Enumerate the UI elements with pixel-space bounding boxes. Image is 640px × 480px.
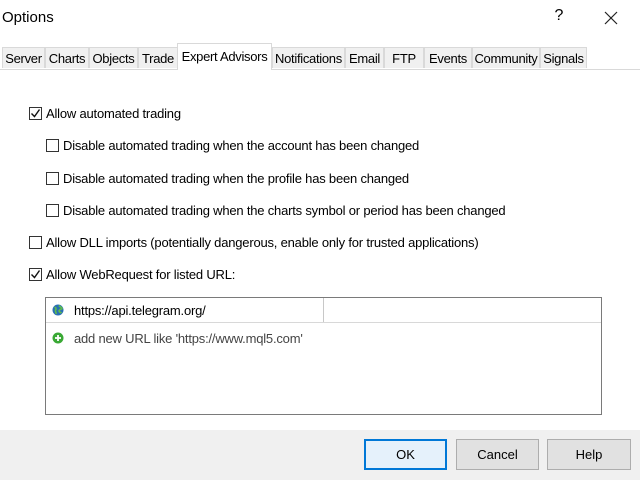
allow-dll-imports-checkbox[interactable] [29, 235, 42, 249]
allow-dll-imports-label: Allow DLL imports (potentially dangerous… [46, 234, 479, 250]
tab-community[interactable]: Community [472, 47, 540, 68]
tab-notifications[interactable]: Notifications [272, 47, 345, 68]
allow-automated-trading-label: Allow automated trading [46, 105, 181, 121]
disable-on-account-change-label: Disable automated trading when the accou… [63, 137, 420, 153]
tab-ftp[interactable]: FTP [384, 47, 424, 68]
row-divider [46, 322, 601, 323]
tab-objects[interactable]: Objects [89, 47, 138, 68]
disable-on-symbol-change-option[interactable]: Disable automated trading when the chart… [46, 201, 506, 219]
tab-events[interactable]: Events [424, 47, 472, 68]
globe-icon [52, 304, 64, 316]
add-icon[interactable] [52, 332, 64, 344]
add-url-placeholder[interactable]: add new URL like 'https://www.mql5.com' [74, 331, 303, 346]
close-icon[interactable] [597, 4, 625, 32]
url-list-item[interactable]: https://api.telegram.org/ [46, 298, 601, 322]
url-list[interactable]: https://api.telegram.org/ add new URL li… [45, 297, 602, 415]
disable-on-profile-change-checkbox[interactable] [46, 171, 59, 185]
disable-on-symbol-change-checkbox[interactable] [46, 203, 59, 217]
tab-email[interactable]: Email [345, 47, 384, 68]
allow-dll-imports-option[interactable]: Allow DLL imports (potentially dangerous… [29, 233, 479, 251]
disable-on-profile-change-label: Disable automated trading when the profi… [63, 170, 409, 186]
tab-expert-advisors[interactable]: Expert Advisors [177, 43, 272, 70]
allow-automated-trading-checkbox[interactable] [29, 106, 42, 120]
allow-webrequest-checkbox[interactable] [29, 267, 42, 281]
help-button[interactable]: Help [547, 439, 631, 470]
title-bar: Options ? [0, 0, 640, 36]
column-separator [323, 298, 324, 322]
disable-on-account-change-option[interactable]: Disable automated trading when the accou… [46, 136, 419, 154]
disable-on-symbol-change-label: Disable automated trading when the chart… [63, 202, 506, 218]
tab-signals[interactable]: Signals [540, 47, 587, 68]
window-title: Options [2, 9, 54, 26]
allow-automated-trading-option[interactable]: Allow automated trading [29, 104, 181, 122]
url-text: https://api.telegram.org/ [74, 302, 206, 318]
help-question-button[interactable]: ? [549, 7, 569, 25]
disable-on-profile-change-option[interactable]: Disable automated trading when the profi… [46, 169, 409, 187]
disable-on-account-change-checkbox[interactable] [46, 138, 59, 152]
cancel-button[interactable]: Cancel [456, 439, 539, 470]
allow-webrequest-option[interactable]: Allow WebRequest for listed URL: [29, 265, 235, 283]
allow-webrequest-label: Allow WebRequest for listed URL: [46, 266, 236, 282]
ok-button[interactable]: OK [364, 439, 447, 470]
tab-trade[interactable]: Trade [138, 47, 178, 68]
tab-charts[interactable]: Charts [45, 47, 89, 68]
tab-server[interactable]: Server [2, 47, 45, 68]
add-url-row[interactable]: add new URL like 'https://www.mql5.com' [46, 326, 601, 350]
dialog-footer [0, 430, 640, 480]
